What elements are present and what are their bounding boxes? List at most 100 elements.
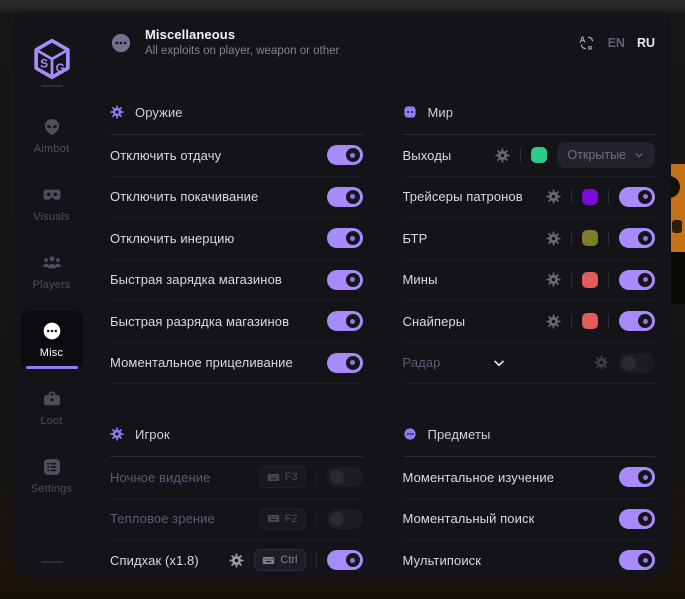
toggle-instant-search[interactable] [619,509,655,529]
gear-icon[interactable] [495,148,510,163]
gear-icon[interactable] [546,272,561,287]
row-label: Снайперы [403,314,466,329]
toggle-knob [346,553,360,567]
toggle-knob [638,273,652,287]
ellipsis-circle-icon [42,321,62,341]
toggle-knob [330,512,344,526]
toggle-bullet-tracers[interactable] [619,187,655,207]
color-swatch[interactable] [582,313,598,329]
page-title: Miscellaneous [145,28,339,41]
keybind-badge[interactable]: Ctrl [254,549,305,571]
items-section-icon [403,427,417,441]
toggle-multi-search[interactable] [619,550,655,570]
dropdown-value: Открытые [567,148,626,162]
toggle-knob [638,314,652,328]
sidebar-item-misc[interactable]: Misc [21,311,83,369]
keybind-label: F2 [285,513,298,525]
color-swatch[interactable] [582,189,598,205]
row-label: Отключить отдачу [110,148,221,163]
briefcase-icon [42,389,62,409]
toggle-snipers[interactable] [619,311,655,331]
toggle-knob [346,314,360,328]
gear-icon[interactable] [546,231,561,246]
ellipsis-circle-icon [110,32,132,54]
sidebar-item-label: Settings [31,483,72,495]
row-fast-reload: Быстрая зарядка магазинов [110,260,363,302]
section-player-header: Игрок [110,424,363,444]
row-instant-search: Моментальный поиск [403,499,656,541]
section-items-header: Предметы [403,424,656,444]
toggle-knob [638,231,652,245]
color-swatch[interactable] [531,147,547,163]
keybind-badge[interactable]: F3 [259,466,306,488]
gear-icon[interactable] [594,355,609,370]
toggle-knob [346,273,360,287]
row-instant-ads: Моментальное прицеливание [110,343,363,385]
keybind-label: Ctrl [280,554,297,566]
row-btr: БТР [403,218,656,260]
page-subtitle: All exploits on player, weapon or other [145,46,339,58]
toggle-knob [638,553,652,567]
toggle-instant-ads[interactable] [327,353,363,373]
settings-icon [42,457,62,477]
gear-icon[interactable] [546,189,561,204]
goggles-icon [42,185,62,205]
sidebar-item-label: Loot [40,415,62,427]
game-background-orange [670,164,685,252]
toggle-instant-study[interactable] [619,467,655,487]
keybind-badge[interactable]: F2 [259,508,306,530]
section-title: Игрок [135,427,170,442]
sidebar-item-loot[interactable]: Loot [21,379,83,437]
player-section-icon [110,427,124,441]
sidebar: Aimbot Visuals Players Misc Loot Setting… [13,75,90,577]
row-label: Быстрая разрядка магазинов [110,314,289,329]
toggle-no-sway[interactable] [327,187,363,207]
toggle-knob [638,470,652,484]
content: Оружие Отключить отдачу Отключить покачи… [90,75,671,577]
row-instant-study: Моментальное изучение [403,457,656,499]
toggle-radar[interactable] [619,353,655,373]
sidebar-item-players[interactable]: Players [21,243,83,301]
app-logo [13,11,90,75]
color-swatch[interactable] [582,272,598,288]
toggle-knob [330,470,344,484]
toggle-no-recoil[interactable] [327,145,363,165]
sidebar-item-visuals[interactable]: Visuals [21,175,83,233]
toggle-btr[interactable] [619,228,655,248]
lang-ru-button[interactable]: RU [637,36,655,50]
sidebar-item-label: Visuals [33,211,70,223]
gear-icon[interactable] [229,553,244,568]
toggle-speedhack[interactable] [327,550,363,570]
row-label: Ночное видение [110,470,210,485]
exits-dropdown[interactable]: Открытые [557,142,655,168]
toggle-knob [346,190,360,204]
players-icon [42,253,62,273]
chevron-down-icon[interactable] [491,355,507,371]
section-items-rows: Моментальное изучение Моментальный поиск… [403,456,656,577]
row-label: Спидхак (x1.8) [110,553,199,568]
toggle-mines[interactable] [619,270,655,290]
toggle-night-vision[interactable] [327,467,363,487]
lang-en-button[interactable]: EN [608,36,625,50]
sidebar-divider [41,85,63,87]
game-background-mark [672,220,682,233]
sidebar-item-aimbot[interactable]: Aimbot [21,107,83,165]
sidebar-item-label: Players [32,279,70,291]
toggle-thermal-vision[interactable] [327,509,363,529]
row-label: Тепловое зрение [110,511,215,526]
world-section-icon [403,105,417,119]
toggle-fast-reload[interactable] [327,270,363,290]
sidebar-item-label: Aimbot [34,143,69,155]
keyboard-icon [267,471,280,484]
section-weapon-rows: Отключить отдачу Отключить покачивание О… [110,134,363,384]
row-night-vision: Ночное видение F3 [110,457,363,499]
separator [571,314,572,328]
sidebar-item-settings[interactable]: Settings [21,447,83,505]
row-label: Выходы [403,148,452,163]
sidebar-item-label: Misc [40,347,63,359]
color-swatch[interactable] [582,230,598,246]
gear-icon[interactable] [546,314,561,329]
toggle-fast-unload[interactable] [327,311,363,331]
separator [316,470,317,484]
toggle-no-inertia[interactable] [327,228,363,248]
